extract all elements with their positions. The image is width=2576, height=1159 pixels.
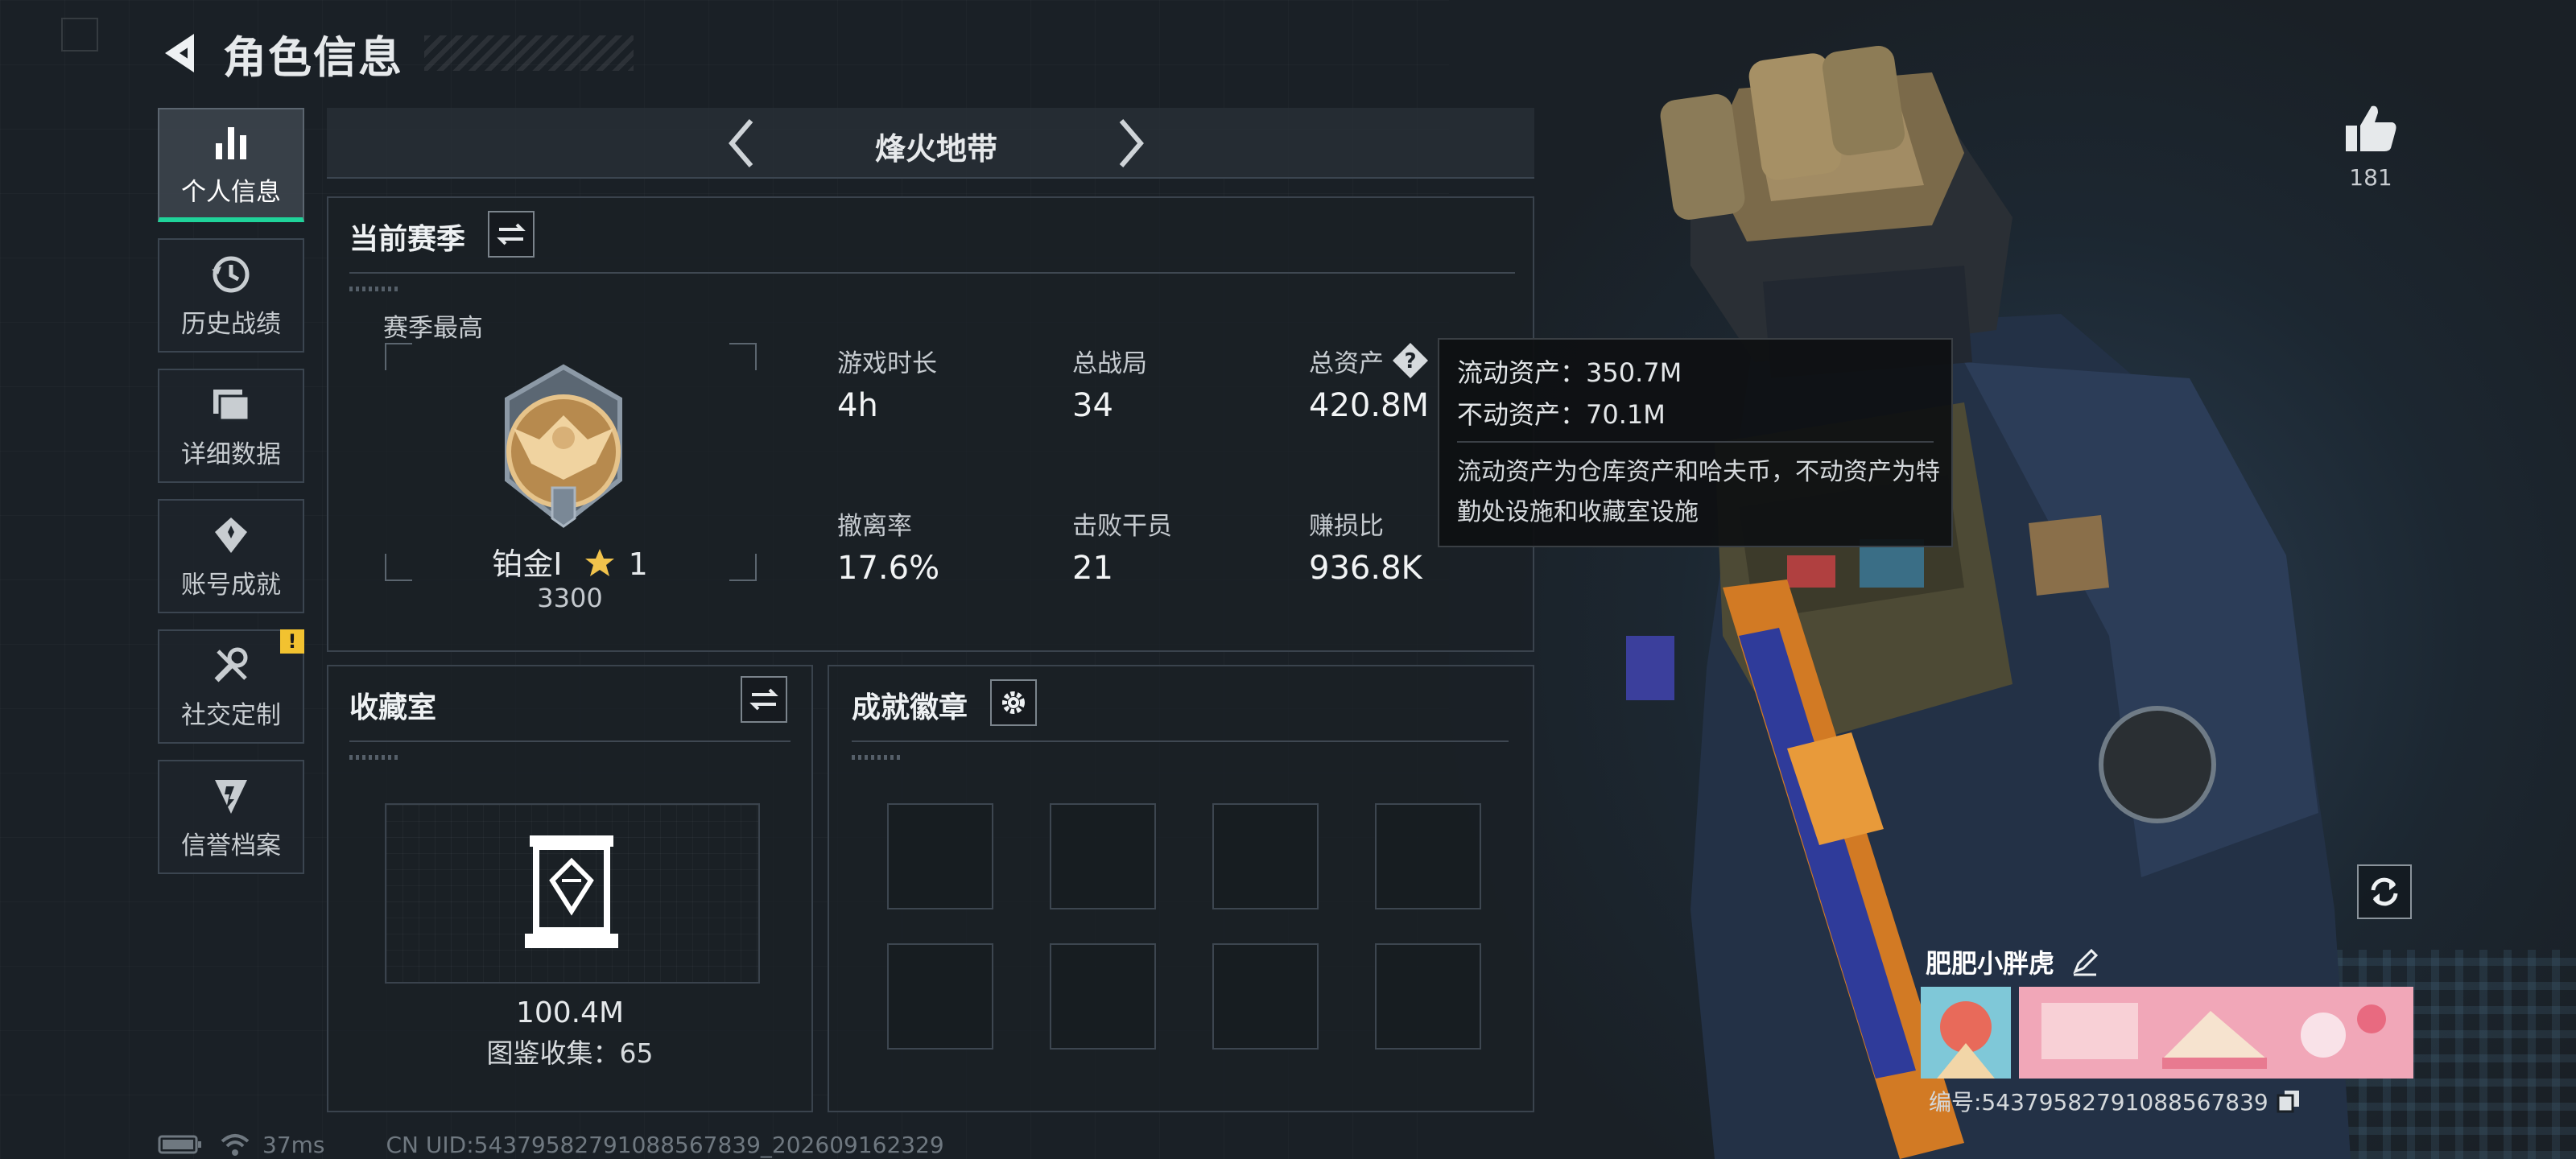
nav-item-reputation[interactable]: 信誉档案 [158,760,304,874]
divider [349,740,791,742]
rank-emblem-icon [505,364,622,528]
folder-icon [208,382,254,427]
rank-stars: 1 [628,547,648,582]
fixed-assets: 不动资产：70.1M [1457,399,1666,430]
swap-icon [749,688,778,711]
title-decoration [424,35,634,71]
stat-play-time: 游戏时长 4h [837,349,937,424]
divider-ticks [852,755,900,760]
alert-badge: ! [280,629,304,654]
season-switch-button[interactable] [488,211,535,258]
badge-slot[interactable] [1050,803,1156,909]
header: 角色信息 [157,23,634,84]
stat-total-matches: 总战局 34 [1072,349,1147,424]
display-case-icon [525,835,618,948]
current-season-panel: 当前赛季 赛季最高 铂金Ⅰ 1 3300 游戏时长 4h 总战局 34 总资产 … [327,196,1534,652]
refresh-button[interactable] [2357,864,2412,919]
nav-item-details[interactable]: 详细数据 [158,369,304,483]
star-icon [584,549,614,576]
nav-item-social-customize[interactable]: 社交定制 ! [158,629,304,744]
like-count: 181 [2349,164,2392,191]
badge-slot[interactable] [887,943,993,1050]
history-icon [208,252,254,297]
player-id-row: 编号:543795827910885678​39 [1929,1085,2301,1117]
nav-label: 账号成就 [181,570,281,600]
back-arrow-icon [165,34,194,72]
thumbs-up-icon [2346,105,2396,151]
badge-slot[interactable] [1050,943,1156,1050]
uid: CN UID:5437958279108856783​9_20260916232… [386,1131,944,1158]
rank-score: 3300 [537,583,603,613]
tooltip-divider [1457,441,1934,443]
edit-icon[interactable] [2070,947,2099,976]
status-bar: 37ms CN UID:5437958279108856783​9_202609… [158,1130,944,1159]
achievements-settings-button[interactable] [990,679,1037,726]
chevron-right-icon [1119,119,1144,167]
achievement-icon [208,513,254,558]
achievements-panel: 成就徽章 [828,665,1534,1112]
liquid-assets: 流动资产：350.7M [1457,357,1682,388]
nav-label: 详细数据 [181,439,281,469]
season-title: 当前赛季 [349,223,466,256]
divider [852,740,1509,742]
tooltip-description: 流动资产为仓库资产和哈夫币，不动资产为特勤处设施和收藏室设施 [1457,458,1940,526]
stat-extract-rate: 撤离率 17.6% [837,512,940,587]
badge-slot[interactable] [1212,803,1319,909]
copy-icon[interactable] [2277,1089,2301,1113]
nav-label: 信誉档案 [181,831,281,860]
gear-icon [1002,691,1025,714]
back-button[interactable] [157,25,205,81]
collection-panel[interactable]: 收藏室 100.4M 图鉴收集：65 [327,665,813,1112]
bar-chart-icon [208,120,254,165]
badge-slot[interactable] [887,803,993,909]
player-name-row: 肥肥小胖虎 [1926,943,2099,980]
ping: 37ms [262,1131,325,1158]
nav-item-account-achievements[interactable]: 账号成就 [158,499,304,613]
nav-label: 社交定制 [181,700,281,730]
collection-title: 收藏室 [349,691,437,724]
nav-label: 历史战绩 [181,309,281,339]
tools-icon [208,643,254,688]
chevron-left-icon [729,119,753,167]
wifi-icon [221,1134,250,1156]
help-icon[interactable]: ? [1391,341,1430,380]
collection-count: 图鉴收集：65 [486,1037,654,1069]
swap-icon [497,223,526,245]
reputation-icon [208,773,254,819]
player-banner-image[interactable] [1921,987,2413,1079]
divider [349,272,1515,274]
mode-next-button[interactable] [1103,114,1159,172]
refresh-icon [2371,877,2398,906]
badge-slot[interactable] [1212,943,1319,1050]
battery-icon [158,1135,201,1154]
player-name: 肥肥小胖虎 [1926,948,2055,979]
nav-item-history[interactable]: 历史战绩 [158,238,304,353]
side-nav: 个人信息 历史战绩 详细数据 账号成就 社交定制 ! 信誉档案 [158,108,306,890]
achievements-title: 成就徽章 [852,691,968,724]
mode-prev-button[interactable] [713,114,770,172]
collection-switch-button[interactable] [741,676,787,723]
assets-tooltip: 流动资产：350.7M 不动资产：70.1M 流动资产为仓库资产和哈夫币，不动资… [1438,338,1953,547]
stat-profit-loss: 赚损比 936.8K [1309,512,1422,587]
rank-display: 铂金Ⅰ 1 [377,539,763,584]
collection-value: 100.4M [515,996,625,1029]
rank-name: 铂金Ⅰ [492,547,563,582]
nav-label: 个人信息 [181,177,281,207]
like-widget[interactable]: 181 [2334,103,2407,191]
svg-text:?: ? [1404,349,1416,373]
stat-operators-defeated: 击败干员 21 [1072,512,1172,587]
nav-item-personal-info[interactable]: 个人信息 [158,108,304,222]
divider-ticks [349,287,398,291]
page-title: 角色信息 [223,31,403,83]
mode-name: 烽火地带 [874,131,997,167]
season-best-label: 赛季最高 [383,314,483,343]
divider-ticks [349,755,398,760]
corner-decoration [61,18,98,52]
player-id: 编号:543795827910885678​39 [1929,1089,2268,1116]
mode-selector: 烽火地带 [327,108,1534,179]
